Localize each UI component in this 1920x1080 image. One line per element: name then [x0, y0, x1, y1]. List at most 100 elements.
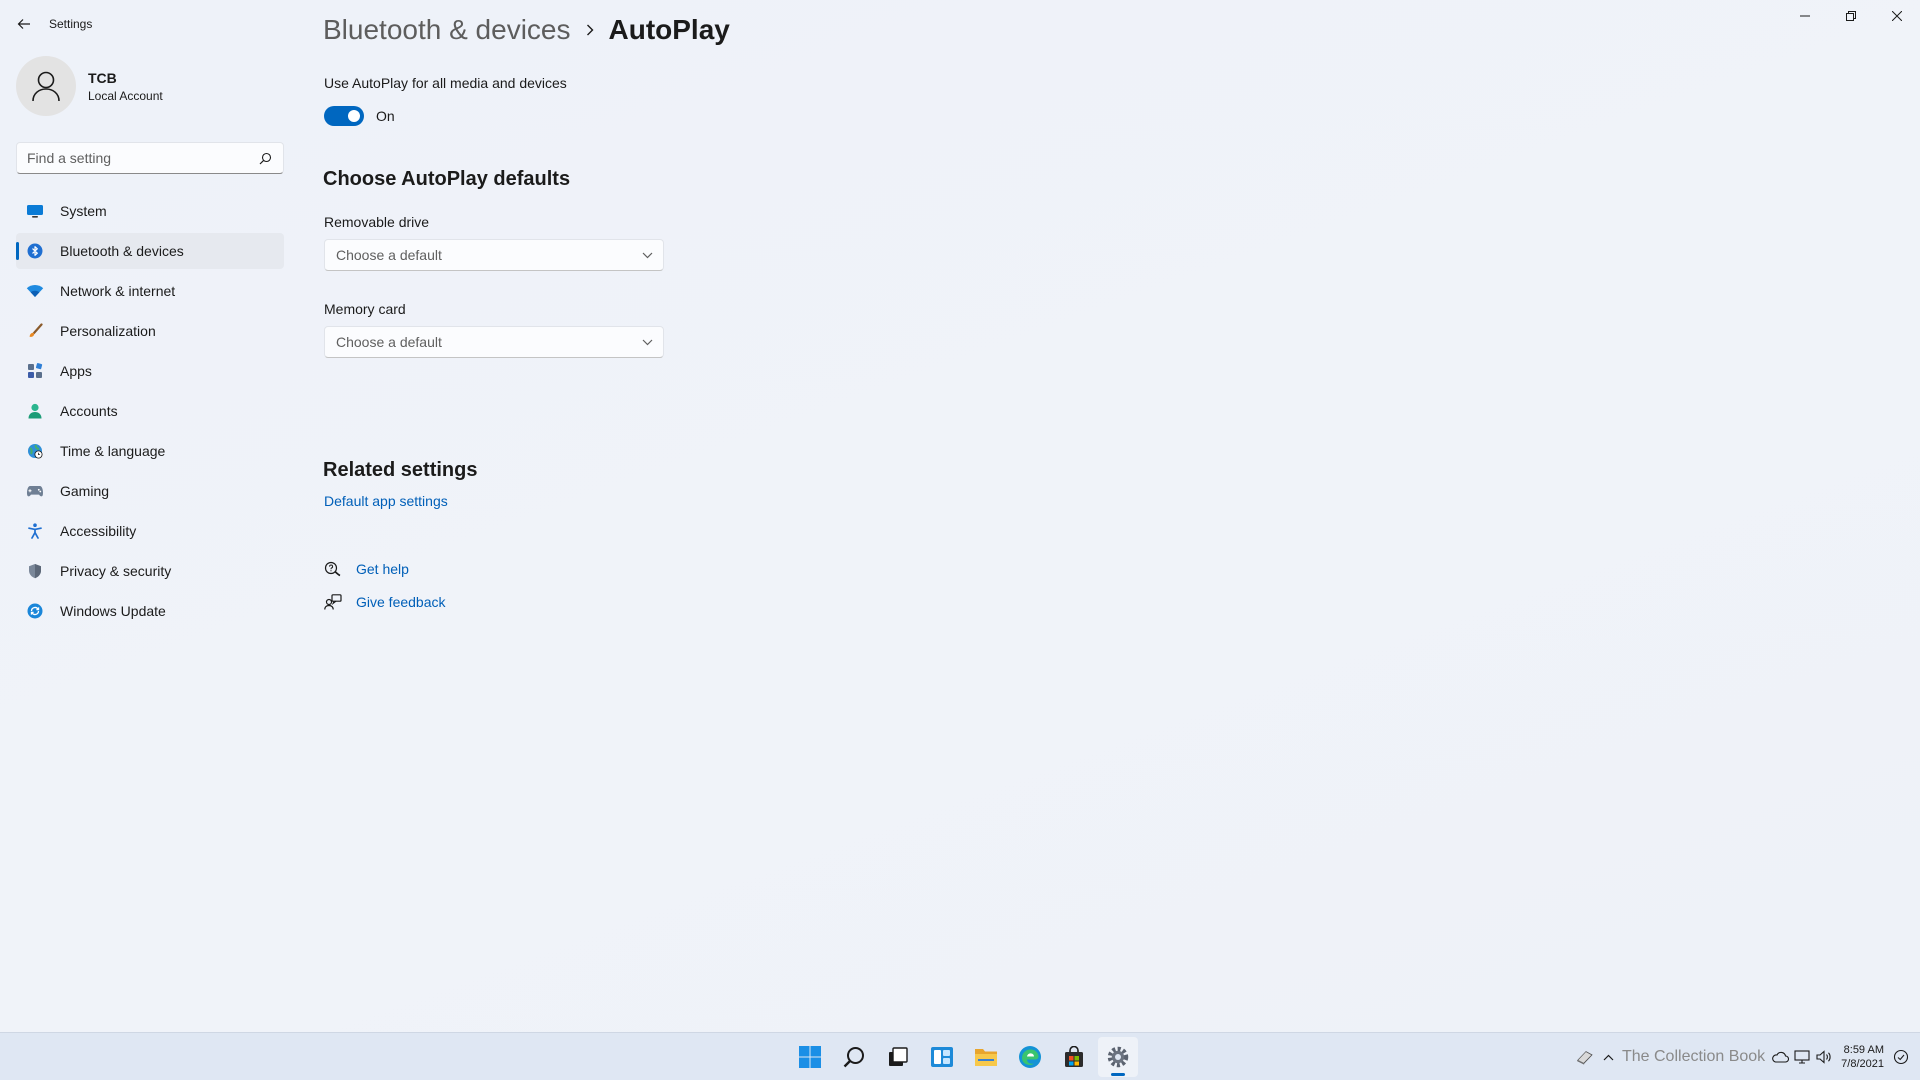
profile-account-type: Local Account — [88, 88, 163, 103]
settings-taskbar-button[interactable] — [1098, 1037, 1138, 1077]
collection-book-icon — [1576, 1046, 1598, 1068]
removable-drive-value: Choose a default — [336, 247, 442, 263]
default-app-settings-link[interactable]: Default app settings — [324, 493, 448, 509]
autoplay-toggle-label: Use AutoPlay for all media and devices — [324, 75, 567, 91]
sidebar-item-windows-update[interactable]: Windows Update — [16, 593, 284, 629]
onedrive-cloud-icon[interactable] — [1769, 1046, 1791, 1068]
start-icon — [799, 1046, 821, 1068]
close-button[interactable] — [1874, 0, 1920, 32]
avatar — [16, 56, 76, 116]
settings-window: Settings TCB Local Account Find a settin… — [0, 0, 1920, 1032]
person-avatar-icon — [32, 71, 60, 102]
sidebar-item-gaming[interactable]: Gaming — [16, 473, 284, 509]
sidebar-item-accessibility[interactable]: Accessibility — [16, 513, 284, 549]
search-icon — [843, 1047, 864, 1068]
sidebar-item-label: Bluetooth & devices — [60, 243, 184, 259]
app-title: Settings — [49, 17, 93, 31]
gamepad-icon — [26, 482, 44, 500]
minimize-icon — [1800, 15, 1810, 17]
store-button[interactable] — [1054, 1037, 1094, 1077]
sidebar-item-label: Privacy & security — [60, 563, 172, 579]
wifi-icon — [26, 282, 44, 300]
breadcrumb-parent-link[interactable]: Bluetooth & devices — [323, 14, 571, 46]
taskbar: The Collection Book 8:59 AM 7/8/2021 — [0, 1032, 1920, 1080]
volume-icon[interactable] — [1813, 1046, 1835, 1068]
user-profile[interactable]: TCB Local Account — [16, 56, 163, 116]
autoplay-defaults-heading: Choose AutoPlay defaults — [323, 168, 571, 190]
watermark-text: The Collection Book — [1621, 1048, 1766, 1065]
sidebar-item-label: System — [60, 203, 107, 219]
widgets-button[interactable] — [922, 1037, 962, 1077]
taskbar-apps — [790, 1033, 1138, 1080]
search-icon[interactable] — [257, 150, 273, 166]
restore-button[interactable] — [1828, 0, 1874, 32]
sidebar-item-label: Personalization — [60, 323, 156, 339]
give-feedback-link[interactable]: Give feedback — [324, 593, 446, 611]
autoplay-toggle-state: On — [376, 108, 395, 124]
sidebar-item-label: Windows Update — [60, 603, 166, 619]
help-chat-icon — [324, 560, 342, 578]
taskbar-search-button[interactable] — [834, 1037, 874, 1077]
sidebar-item-privacy-security[interactable]: Privacy & security — [16, 553, 284, 589]
file-explorer-icon — [975, 1049, 997, 1066]
chevron-down-icon — [641, 336, 653, 348]
minimize-button[interactable] — [1782, 0, 1828, 32]
shield-icon — [26, 562, 44, 580]
update-icon — [26, 602, 44, 620]
edge-icon — [1019, 1046, 1041, 1068]
bluetooth-icon — [26, 242, 44, 260]
back-button[interactable] — [12, 12, 36, 36]
sidebar-item-personalization[interactable]: Personalization — [16, 313, 284, 349]
person-icon — [26, 402, 44, 420]
sidebar-nav: System Bluetooth & devices Network & int… — [16, 193, 284, 633]
close-icon — [1892, 11, 1902, 21]
get-help-label: Get help — [356, 561, 409, 577]
sidebar-item-label: Gaming — [60, 483, 110, 499]
chevron-up-icon[interactable] — [1598, 1046, 1620, 1068]
sidebar-item-label: Network & internet — [60, 283, 176, 299]
sidebar-item-network[interactable]: Network & internet — [16, 273, 284, 309]
monitor-icon — [26, 202, 44, 220]
clock-time: 8:59 AM — [1843, 1044, 1884, 1056]
feedback-icon — [324, 593, 342, 611]
sidebar-item-apps[interactable]: Apps — [16, 353, 284, 389]
clock-date: 7/8/2021 — [1841, 1058, 1884, 1070]
clock[interactable]: 8:59 AM 7/8/2021 — [1841, 1043, 1884, 1071]
removable-drive-dropdown[interactable]: Choose a default — [324, 239, 664, 271]
profile-name: TCB — [88, 69, 117, 86]
title-bar: Settings — [0, 0, 1920, 48]
network-monitor-icon[interactable] — [1791, 1046, 1813, 1068]
autoplay-toggle-row: On — [324, 106, 395, 126]
memory-card-label: Memory card — [324, 301, 406, 317]
sidebar-item-label: Time & language — [60, 443, 166, 459]
related-settings-heading: Related settings — [323, 459, 478, 481]
chevron-right-icon — [585, 23, 595, 37]
sidebar-item-accounts[interactable]: Accounts — [16, 393, 284, 429]
globe-clock-icon — [26, 442, 44, 460]
breadcrumb: Bluetooth & devices AutoPlay — [323, 10, 730, 50]
chevron-down-icon — [641, 249, 653, 261]
widgets-icon — [931, 1047, 953, 1067]
search-box[interactable] — [16, 142, 284, 174]
restore-icon — [1846, 11, 1856, 21]
file-explorer-button[interactable] — [966, 1037, 1006, 1077]
sidebar-item-time-language[interactable]: Time & language — [16, 433, 284, 469]
sidebar-item-label: Accessibility — [60, 523, 137, 539]
store-icon — [1065, 1046, 1083, 1067]
search-input[interactable] — [27, 150, 257, 166]
give-feedback-label: Give feedback — [356, 594, 446, 610]
start-button[interactable] — [790, 1037, 830, 1077]
autoplay-toggle[interactable] — [324, 106, 364, 126]
apps-icon — [26, 362, 44, 380]
sidebar-item-bluetooth[interactable]: Bluetooth & devices — [16, 233, 284, 269]
notification-icon[interactable] — [1890, 1046, 1912, 1068]
memory-card-value: Choose a default — [336, 334, 442, 350]
task-view-button[interactable] — [878, 1037, 918, 1077]
brush-icon — [26, 322, 44, 340]
memory-card-dropdown[interactable]: Choose a default — [324, 326, 664, 358]
get-help-link[interactable]: Get help — [324, 560, 409, 578]
settings-icon — [1107, 1046, 1129, 1068]
sidebar-item-system[interactable]: System — [16, 193, 284, 229]
edge-button[interactable] — [1010, 1037, 1050, 1077]
removable-drive-label: Removable drive — [324, 214, 430, 230]
